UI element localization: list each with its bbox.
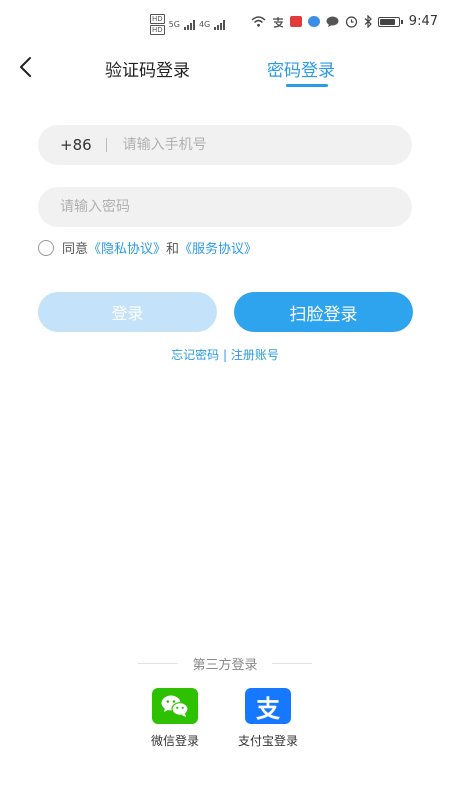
alipay-icon: 支 [245, 688, 291, 724]
wifi-icon [251, 16, 266, 27]
active-tab-indicator [286, 84, 328, 87]
agreement-row: 同意 《隐私协议》 和 《服务协议》 [38, 238, 257, 257]
third-party-title: 第三方登录 [192, 658, 258, 673]
register-link[interactable]: 注册账号 [231, 348, 279, 362]
field-divider [105, 138, 107, 152]
third-party-header: 第三方登录 [0, 654, 450, 673]
signal-icon [183, 19, 195, 30]
divider-line [138, 663, 179, 664]
status-bar: HD HD 5G 4G 9:47 [0, 0, 450, 40]
app-notify-icon [289, 16, 302, 27]
wechat-login-label: 微信登录 [150, 734, 199, 748]
alipay-notify-icon [272, 16, 283, 28]
wechat-login-button[interactable]: 微信登录 [145, 688, 205, 749]
forgot-password-link[interactable]: 忘记密码 [171, 348, 219, 362]
links-divider: | [222, 348, 228, 362]
alipay-glyph: 支 [256, 694, 280, 723]
privacy-policy-link[interactable]: 《隐私协议》 [88, 238, 166, 257]
alipay-login-button[interactable]: 支 支付宝登录 [228, 688, 308, 749]
signal-icon [214, 19, 226, 30]
tab-sms-code-login[interactable]: 验证码登录 [105, 56, 190, 81]
service-agreement-link[interactable]: 《服务协议》 [179, 238, 257, 257]
country-code[interactable]: +86 [60, 136, 92, 154]
login-button[interactable]: 登录 [38, 292, 217, 332]
battery-icon [377, 16, 403, 27]
phone-input[interactable] [120, 136, 412, 154]
face-login-button[interactable]: 扫脸登录 [234, 292, 413, 332]
chevron-left-icon [20, 57, 31, 77]
password-field [38, 187, 412, 227]
hd-indicators: HD HD [150, 14, 165, 35]
hd-badge: HD [150, 14, 165, 24]
status-bar-right: 9:47 [251, 14, 438, 29]
wechat-icon [152, 688, 198, 724]
account-links: 忘记密码 | 注册账号 [0, 346, 450, 363]
password-input[interactable] [58, 198, 412, 216]
header: 验证码登录 密码登录 [0, 44, 450, 94]
back-button[interactable] [12, 52, 42, 82]
tab-password-login[interactable]: 密码登录 [267, 56, 335, 81]
and-text: 和 [166, 242, 180, 257]
hd-badge: HD [150, 25, 165, 35]
app-notify-icon [307, 16, 320, 27]
alipay-login-label: 支付宝登录 [237, 734, 298, 748]
status-time: 9:47 [408, 14, 438, 29]
divider-line [271, 663, 312, 664]
alarm-icon [345, 16, 357, 28]
network-5g-label: 5G [168, 20, 180, 29]
status-bar-left: HD HD 5G 4G [150, 14, 226, 35]
bluetooth-icon [364, 15, 372, 28]
phone-field: +86 [38, 125, 412, 165]
agree-text: 同意 [62, 242, 89, 257]
agree-checkbox[interactable] [38, 239, 54, 256]
network-4g-label: 4G [198, 20, 211, 29]
message-icon [326, 16, 339, 27]
